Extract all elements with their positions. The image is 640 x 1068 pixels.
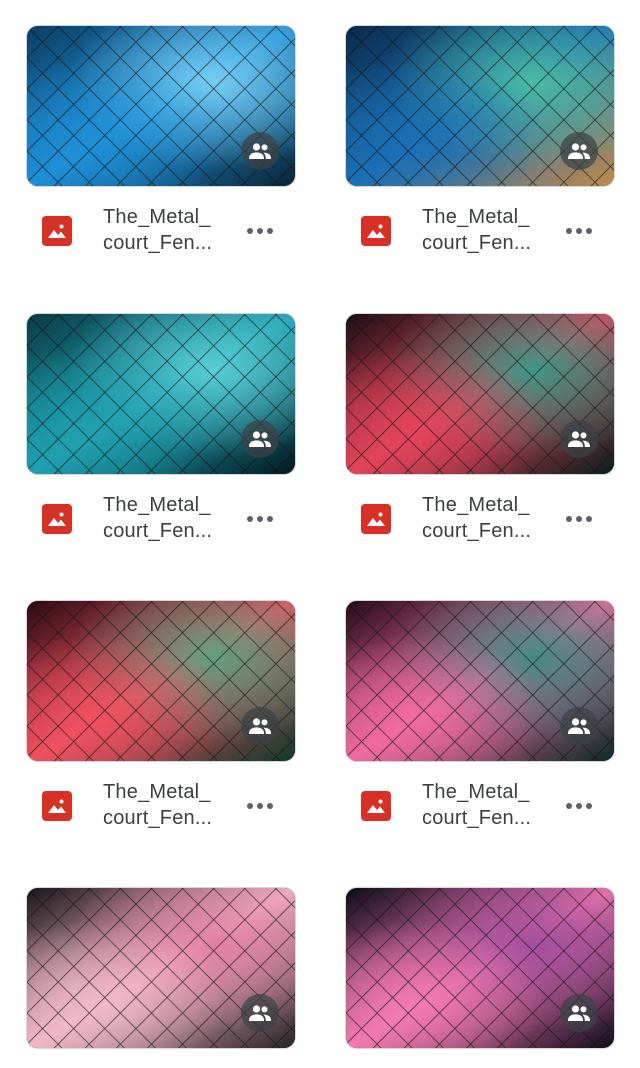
- file-thumbnail[interactable]: [345, 887, 615, 1049]
- file-thumbnail[interactable]: [26, 25, 296, 187]
- file-name-line-2: court_Fen...: [422, 232, 532, 254]
- file-name-line-2: court_Fen...: [103, 520, 213, 542]
- file-card[interactable]: The_Metal_ court_Fen...: [26, 25, 296, 261]
- file-thumbnail[interactable]: [26, 600, 296, 762]
- shared-people-icon: [241, 132, 279, 170]
- more-dot: [267, 516, 273, 522]
- more-dot: [257, 803, 263, 809]
- more-dot: [576, 803, 582, 809]
- file-name[interactable]: The_Metal_ court_Fen...: [422, 204, 550, 256]
- file-name-line-1: The_Metal_: [103, 494, 211, 516]
- shared-people-icon: [241, 707, 279, 745]
- file-card[interactable]: The_Metal_ court_Fen...: [345, 313, 615, 549]
- file-name[interactable]: The_Metal_ court_Fen...: [422, 492, 550, 544]
- more-dot: [247, 803, 253, 809]
- file-grid: The_Metal_ court_Fen... The_Metal_ court…: [0, 0, 640, 1068]
- more-options-button[interactable]: [244, 506, 276, 532]
- image-file-icon: [361, 504, 391, 534]
- more-dot: [267, 803, 273, 809]
- file-thumbnail[interactable]: [345, 25, 615, 187]
- more-dot: [267, 228, 273, 234]
- more-dot: [247, 516, 253, 522]
- file-name-line-1: The_Metal_: [103, 781, 211, 803]
- more-dot: [566, 803, 572, 809]
- shared-people-icon: [560, 707, 598, 745]
- more-options-button[interactable]: [563, 218, 595, 244]
- shared-people-icon: [560, 420, 598, 458]
- file-thumbnail[interactable]: [345, 313, 615, 475]
- image-file-icon: [42, 504, 72, 534]
- file-thumbnail[interactable]: [26, 887, 296, 1049]
- file-name[interactable]: The_Metal_ court_Fen...: [103, 492, 231, 544]
- more-options-button[interactable]: [563, 506, 595, 532]
- file-name-line-2: court_Fen...: [103, 232, 213, 254]
- shared-people-icon: [241, 994, 279, 1032]
- more-dot: [566, 516, 572, 522]
- file-name-line-1: The_Metal_: [422, 206, 530, 228]
- more-dot: [586, 228, 592, 234]
- file-name-line-1: The_Metal_: [422, 494, 530, 516]
- file-thumbnail[interactable]: [345, 600, 615, 762]
- file-thumbnail[interactable]: [26, 313, 296, 475]
- file-card[interactable]: The_Metal_ court_Fen...: [345, 25, 615, 261]
- file-name[interactable]: The_Metal_ court_Fen...: [422, 779, 550, 831]
- file-name-line-2: court_Fen...: [103, 807, 213, 829]
- file-name-line-1: The_Metal_: [422, 781, 530, 803]
- more-options-button[interactable]: [563, 793, 595, 819]
- file-name-line-2: court_Fen...: [422, 807, 532, 829]
- image-file-icon: [361, 216, 391, 246]
- image-file-icon: [361, 791, 391, 821]
- more-dot: [576, 228, 582, 234]
- more-dot: [566, 228, 572, 234]
- file-name-line-2: court_Fen...: [422, 520, 532, 542]
- file-card[interactable]: [345, 887, 615, 1049]
- more-dot: [247, 228, 253, 234]
- file-card[interactable]: The_Metal_ court_Fen...: [26, 313, 296, 549]
- file-card[interactable]: The_Metal_ court_Fen...: [345, 600, 615, 836]
- more-dot: [257, 516, 263, 522]
- more-dot: [257, 228, 263, 234]
- shared-people-icon: [241, 420, 279, 458]
- file-name[interactable]: The_Metal_ court_Fen...: [103, 204, 231, 256]
- shared-people-icon: [560, 132, 598, 170]
- file-card[interactable]: [26, 887, 296, 1049]
- file-card[interactable]: The_Metal_ court_Fen...: [26, 600, 296, 836]
- more-dot: [576, 516, 582, 522]
- shared-people-icon: [560, 994, 598, 1032]
- more-dot: [586, 803, 592, 809]
- image-file-icon: [42, 791, 72, 821]
- file-name[interactable]: The_Metal_ court_Fen...: [103, 779, 231, 831]
- more-dot: [586, 516, 592, 522]
- more-options-button[interactable]: [244, 793, 276, 819]
- image-file-icon: [42, 216, 72, 246]
- more-options-button[interactable]: [244, 218, 276, 244]
- file-name-line-1: The_Metal_: [103, 206, 211, 228]
